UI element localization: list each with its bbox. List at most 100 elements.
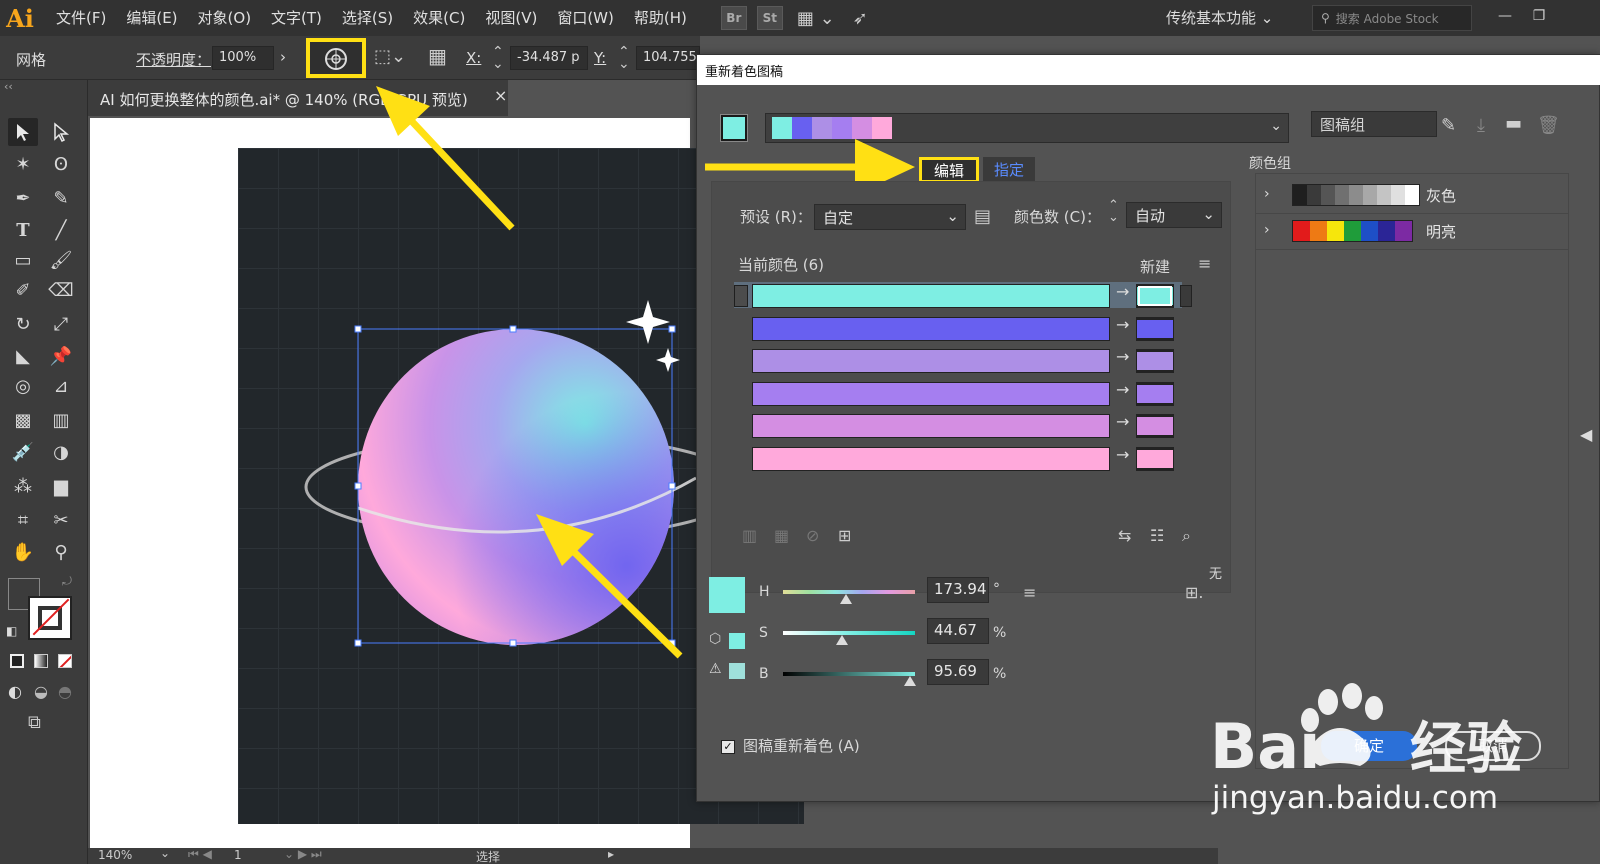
restore-icon[interactable]: ❐ bbox=[1524, 0, 1554, 32]
status-mode[interactable]: 选择 bbox=[476, 848, 500, 864]
hsb-menu-icon[interactable]: ≡ bbox=[1023, 583, 1036, 602]
selection-handle[interactable] bbox=[668, 482, 676, 490]
row-options-icon[interactable] bbox=[1180, 285, 1192, 307]
default-colors-icon[interactable]: ◧ bbox=[6, 624, 17, 638]
bridge-button[interactable]: Br bbox=[720, 6, 747, 30]
selection-handle[interactable] bbox=[354, 325, 362, 333]
current-color-row[interactable]: → bbox=[734, 282, 1192, 308]
brightness-slider[interactable] bbox=[783, 672, 915, 676]
current-color-bar[interactable] bbox=[752, 349, 1110, 373]
gradient-mode-icon[interactable] bbox=[34, 654, 48, 668]
zoom-dropdown-icon[interactable]: ⌄ bbox=[160, 846, 170, 860]
new-row-icon[interactable]: ⊞ bbox=[838, 526, 851, 545]
row-menu-icon[interactable]: ≡ bbox=[1198, 254, 1211, 273]
gpu-rocket-icon[interactable]: ➶ bbox=[853, 8, 868, 29]
color-group-swatch[interactable] bbox=[1327, 221, 1344, 241]
preset-dropdown[interactable]: 自定 ⌄ bbox=[814, 204, 966, 230]
column-graph-tool-icon[interactable]: ▆ bbox=[46, 472, 76, 500]
slice-tool-icon[interactable]: ✂ bbox=[46, 506, 76, 534]
menu-select[interactable]: 选择(S) bbox=[332, 0, 403, 36]
new-color-swatch[interactable] bbox=[1136, 349, 1174, 373]
find-colors-icon[interactable]: ⌕ bbox=[1182, 526, 1191, 546]
separate-colors-icon[interactable]: ▦ bbox=[774, 526, 789, 545]
color-group-name-field[interactable]: 图稿组 bbox=[1311, 111, 1437, 137]
current-color-bar[interactable] bbox=[752, 316, 1110, 341]
symbol-sprayer-tool-icon[interactable]: ⁂ bbox=[8, 472, 38, 500]
selection-handle[interactable] bbox=[509, 325, 517, 333]
selection-handle[interactable] bbox=[509, 639, 517, 647]
color-group-swatch[interactable] bbox=[1321, 185, 1335, 205]
arrow-right-icon[interactable]: → bbox=[1116, 282, 1129, 301]
merge-colors-icon[interactable]: ▥ bbox=[742, 526, 757, 545]
close-document-icon[interactable]: × bbox=[494, 86, 507, 105]
selection-handle[interactable] bbox=[668, 639, 676, 647]
delete-color-group-icon[interactable]: 🗑 bbox=[1537, 115, 1560, 136]
eyedropper-icon[interactable]: ✎ bbox=[1441, 115, 1456, 136]
arrow-right-icon[interactable]: → bbox=[1116, 315, 1129, 334]
eraser-tool-icon[interactable]: ⌫ bbox=[46, 276, 76, 304]
zoom-level[interactable]: 140% bbox=[98, 848, 132, 862]
paintbrush-tool-icon[interactable]: 🖌 bbox=[46, 246, 76, 274]
color-group-bright[interactable]: › 明亮 bbox=[1256, 214, 1568, 250]
opacity-field[interactable]: 100% bbox=[212, 46, 274, 70]
gradient-tool-icon[interactable]: ▥ bbox=[46, 406, 76, 434]
draw-behind-icon[interactable]: ◒ bbox=[34, 682, 48, 701]
hand-tool-icon[interactable]: ✋ bbox=[8, 538, 38, 566]
menu-view[interactable]: 视图(V) bbox=[475, 0, 547, 36]
new-color-swatch[interactable] bbox=[1136, 446, 1174, 471]
current-color-row[interactable]: → bbox=[734, 315, 1182, 341]
saturation-slider[interactable] bbox=[783, 631, 915, 635]
rotate-tool-icon[interactable]: ↻ bbox=[8, 310, 38, 338]
color-group-swatch[interactable] bbox=[1349, 185, 1363, 205]
arrow-right-icon[interactable]: → bbox=[1116, 412, 1129, 431]
colors-count-stepper-icon[interactable]: ⌃ ⌄ bbox=[1108, 199, 1119, 224]
in-gamut-color-swatch[interactable] bbox=[729, 663, 745, 679]
tab-edit[interactable]: 编辑 bbox=[919, 157, 979, 183]
selection-handle[interactable] bbox=[354, 639, 362, 647]
x-field[interactable]: -34.487 p bbox=[510, 46, 588, 70]
color-group-swatch[interactable] bbox=[1405, 185, 1419, 205]
color-group-gray[interactable]: › 灰色 bbox=[1256, 178, 1568, 214]
randomly-change-order-icon[interactable]: ⇆ bbox=[1118, 526, 1131, 545]
menu-help[interactable]: 帮助(H) bbox=[624, 0, 697, 36]
expand-chevron-icon[interactable]: › bbox=[1264, 222, 1270, 238]
recolor-artwork-checkbox[interactable]: ✓ bbox=[721, 740, 735, 754]
hue-slider-thumb[interactable] bbox=[840, 594, 853, 604]
save-changes-icon[interactable]: ⤓ bbox=[1477, 115, 1485, 136]
transform-grid-icon[interactable]: ▦ bbox=[428, 44, 447, 68]
stock-search-input[interactable]: ⚲ 搜索 Adobe Stock bbox=[1312, 5, 1472, 31]
tab-assign[interactable]: 指定 bbox=[983, 157, 1035, 183]
y-field[interactable]: 104.755 bbox=[636, 46, 700, 70]
brightness-slider-thumb[interactable] bbox=[903, 676, 916, 686]
artboard-nav-next-icon[interactable]: ⌄ ▶ ⏭ bbox=[284, 847, 322, 862]
direct-selection-tool-icon[interactable] bbox=[46, 118, 76, 146]
color-group-swatch[interactable] bbox=[1377, 185, 1391, 205]
color-grid-icon[interactable]: ⊞. bbox=[1185, 583, 1204, 602]
colors-count-dropdown[interactable]: 自动 ⌄ bbox=[1126, 202, 1222, 228]
x-stepper-icon[interactable]: ⌃ ⌄ bbox=[492, 45, 504, 71]
swap-fill-stroke-icon[interactable]: ⤾ bbox=[62, 574, 72, 589]
randomly-change-saturation-icon[interactable]: ☷ bbox=[1150, 526, 1164, 545]
stock-button[interactable]: St bbox=[756, 6, 783, 30]
perspective-grid-tool-icon[interactable]: ⊿ bbox=[46, 372, 76, 400]
color-group-swatch[interactable] bbox=[1391, 185, 1405, 205]
web-safe-color-swatch[interactable] bbox=[729, 633, 745, 649]
current-color-row[interactable]: → bbox=[734, 412, 1182, 438]
color-group-swatch[interactable] bbox=[1307, 185, 1321, 205]
new-color-swatch[interactable] bbox=[1136, 284, 1174, 308]
artboard-tool-icon[interactable]: ⌗ bbox=[8, 506, 38, 534]
row-drag-handle[interactable] bbox=[734, 285, 748, 307]
scale-tool-icon[interactable]: ⤢ bbox=[46, 310, 76, 338]
menu-file[interactable]: 文件(F) bbox=[46, 0, 116, 36]
color-group-swatch[interactable] bbox=[1293, 221, 1310, 241]
width-tool-icon[interactable]: ◣ bbox=[8, 342, 38, 370]
lasso-tool-icon[interactable]: ʘ bbox=[46, 150, 76, 178]
current-color-row[interactable]: → bbox=[734, 445, 1182, 471]
color-group-swatch[interactable] bbox=[1363, 185, 1377, 205]
artboard-number[interactable]: 1 bbox=[234, 848, 242, 862]
color-group-swatch[interactable] bbox=[1335, 185, 1349, 205]
selection-tool-icon[interactable] bbox=[8, 118, 38, 146]
puppet-warp-tool-icon[interactable]: 📌 bbox=[46, 342, 76, 370]
hue-value-field[interactable]: 173.94 bbox=[927, 577, 989, 603]
eyedropper-tool-icon[interactable]: 💉 bbox=[8, 438, 38, 466]
